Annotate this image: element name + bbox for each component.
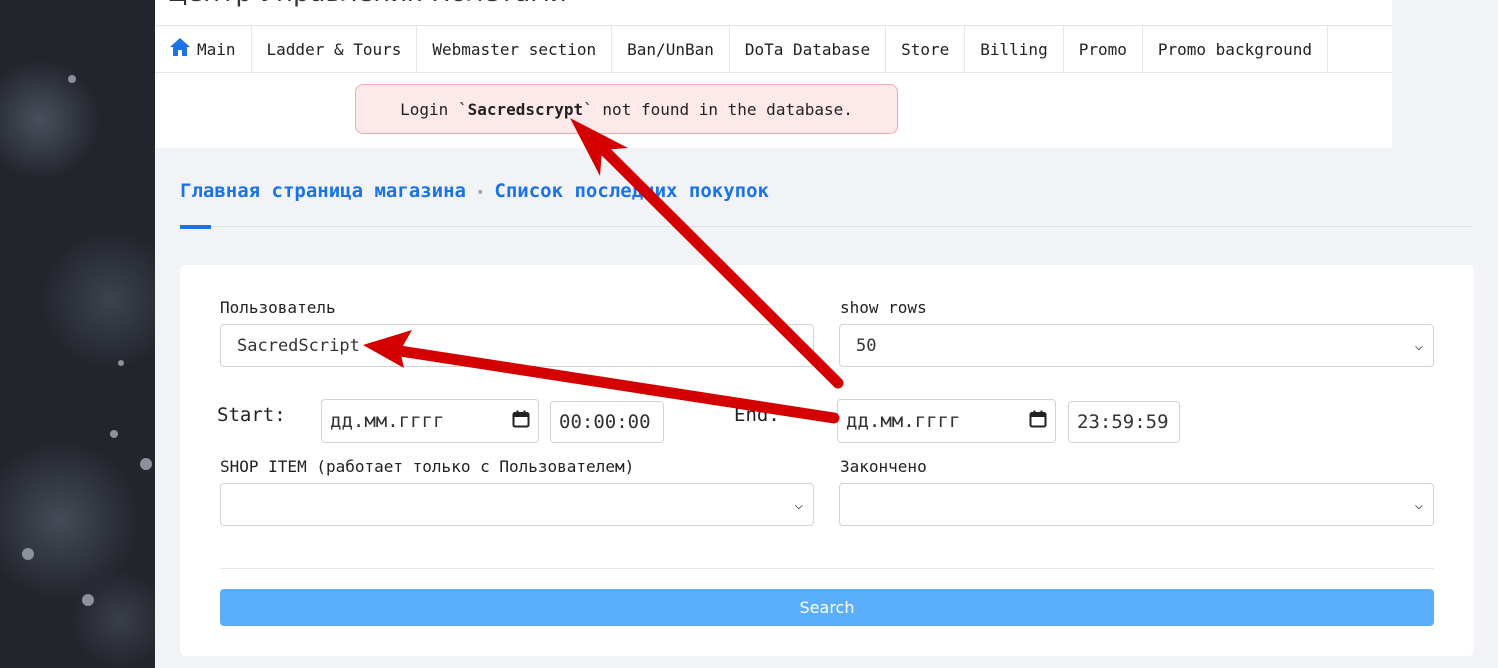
nav-item-ladder-tours[interactable]: Ladder & Tours bbox=[252, 26, 418, 72]
alert-login: Sacredscrypt bbox=[467, 99, 584, 119]
background-left bbox=[0, 0, 155, 668]
nav-item-main[interactable]: Main bbox=[155, 26, 252, 72]
start-date-placeholder: дд.мм.гггг bbox=[330, 410, 445, 432]
start-time-input[interactable]: 00:00:00 bbox=[550, 401, 664, 443]
calendar-icon[interactable] bbox=[512, 410, 530, 433]
main-content: Центр Управления Полетами Main Ladder & … bbox=[155, 0, 1498, 668]
background-dot bbox=[118, 360, 124, 366]
rows-select[interactable]: 50 ⌵ bbox=[839, 324, 1434, 367]
background-dot bbox=[110, 430, 118, 438]
background-dot bbox=[82, 594, 94, 606]
nav-item-label: Promo bbox=[1078, 39, 1127, 59]
background-dot bbox=[68, 75, 76, 83]
user-input-value: SacredScript bbox=[237, 335, 360, 356]
nav-item-promo-background[interactable]: Promo background bbox=[1143, 26, 1328, 72]
nav-item-dota-database[interactable]: DoTa Database bbox=[730, 26, 887, 72]
end-label: End: bbox=[734, 404, 780, 426]
tab-recent-purchases[interactable]: Список последних покупок bbox=[494, 180, 769, 202]
end-time-input[interactable]: 23:59:59 bbox=[1068, 401, 1180, 443]
nav-item-label: Promo background bbox=[1157, 39, 1312, 59]
page-title: Центр Управления Полетами bbox=[167, 0, 567, 8]
nav-item-label: Ban/UnBan bbox=[627, 39, 714, 59]
tab-separator: • bbox=[475, 185, 485, 201]
search-button[interactable]: Search bbox=[220, 589, 1434, 626]
background-dot bbox=[22, 548, 34, 560]
shop-item-label: SHOP ITEM (работает только с Пользовател… bbox=[220, 457, 635, 476]
finished-select[interactable]: ⌵ bbox=[839, 483, 1434, 526]
alert-text-prefix: Login ` bbox=[400, 99, 468, 119]
end-date-placeholder: дд.мм.гггг bbox=[846, 410, 961, 432]
nav-item-store[interactable]: Store bbox=[886, 26, 966, 72]
home-icon bbox=[169, 37, 197, 61]
calendar-icon[interactable] bbox=[1029, 410, 1047, 433]
background-dot bbox=[140, 458, 152, 470]
nav-item-billing[interactable]: Billing bbox=[965, 26, 1064, 72]
nav-item-label: Webmaster section bbox=[432, 39, 597, 59]
error-alert: Login ` Sacredscrypt ` not found in the da… bbox=[355, 84, 898, 134]
nav-item-label: Billing bbox=[980, 39, 1048, 59]
nav-item-webmaster[interactable]: Webmaster section bbox=[417, 26, 613, 72]
shop-item-select[interactable]: ⌵ bbox=[220, 483, 814, 526]
user-input[interactable]: SacredScript bbox=[220, 324, 814, 367]
rows-label: show rows bbox=[840, 298, 927, 317]
nav-item-label: Main bbox=[197, 39, 236, 59]
tabs-divider bbox=[180, 226, 1473, 227]
search-form-card: Пользователь SacredScript show rows 50 ⌵… bbox=[180, 265, 1474, 656]
finished-label: Закончено bbox=[840, 457, 927, 476]
chevron-down-icon: ⌵ bbox=[1414, 496, 1423, 513]
store-tabs: Главная страница магазина • Список последн… bbox=[180, 180, 769, 202]
chevron-down-icon: ⌵ bbox=[794, 496, 803, 513]
end-time-value: 23:59:59 bbox=[1077, 411, 1169, 433]
main-nav: Main Ladder & Tours Webmaster section Ba… bbox=[155, 25, 1392, 73]
chevron-down-icon: ⌵ bbox=[1414, 337, 1423, 354]
header: Центр Управления Полетами Main Ladder & … bbox=[155, 0, 1392, 148]
end-date-input[interactable]: дд.мм.гггг bbox=[837, 399, 1056, 443]
nav-item-label: DoTa Database bbox=[744, 39, 871, 59]
nav-item-promo[interactable]: Promo bbox=[1064, 26, 1143, 72]
start-label: Start: bbox=[217, 404, 286, 426]
nav-item-ban-unban[interactable]: Ban/UnBan bbox=[612, 26, 730, 72]
start-time-value: 00:00:00 bbox=[559, 411, 651, 433]
rows-select-value: 50 bbox=[856, 335, 877, 356]
active-tab-indicator bbox=[180, 225, 211, 229]
user-label: Пользователь bbox=[220, 298, 336, 317]
nav-item-label: Store bbox=[901, 39, 950, 59]
start-date-input[interactable]: дд.мм.гггг bbox=[321, 399, 539, 443]
form-divider bbox=[220, 568, 1434, 569]
nav-item-label: Ladder & Tours bbox=[266, 39, 402, 59]
alert-text-suffix: ` not found in the database. bbox=[583, 99, 853, 119]
tab-store-home[interactable]: Главная страница магазина bbox=[180, 180, 466, 202]
